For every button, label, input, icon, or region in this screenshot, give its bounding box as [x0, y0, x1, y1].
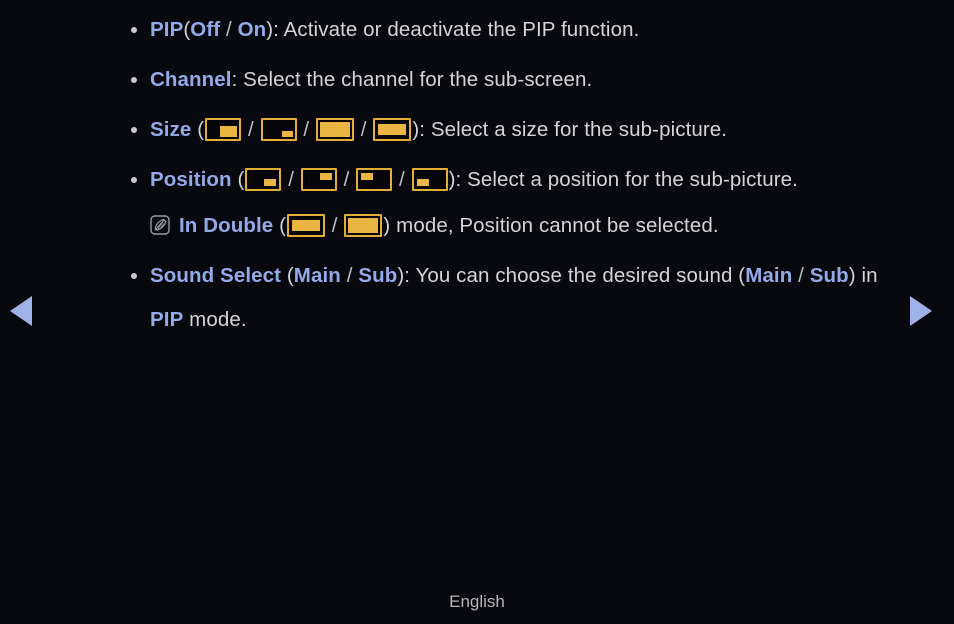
- list-item-position: Position ( / / / ): Select a position fo…: [118, 158, 878, 202]
- description-channel: Select the channel for the sub-screen.: [243, 68, 593, 91]
- pip-position-bottom-right-icon: [245, 168, 282, 191]
- paren-close: ): [383, 214, 397, 237]
- slash-separator: /: [220, 18, 238, 41]
- list-item-channel: Channel: Select the channel for the sub-…: [118, 58, 878, 102]
- list-item-text: Sound Select (Main / Sub): You can choos…: [150, 254, 878, 342]
- paren-open: (: [281, 264, 294, 287]
- description-pip: Activate or deactivate the PIP function.: [283, 18, 640, 41]
- pip-size-double-tall-icon: [344, 214, 383, 237]
- inline-term-pip: PIP: [150, 308, 184, 331]
- list-item-sound-select: Sound Select (Main / Sub): You can choos…: [118, 254, 878, 342]
- paren-close-colon: ):: [397, 264, 416, 287]
- pip-position-bottom-left-icon: [411, 168, 448, 191]
- slash-separator: /: [393, 168, 411, 191]
- term-sound-select: Sound Select: [150, 264, 282, 287]
- note-quill-icon: [150, 215, 170, 240]
- inline-option-main: Main: [745, 264, 793, 287]
- slash-separator: /: [340, 264, 359, 287]
- list-item-text: Position ( / / / ): Select a position fo…: [150, 158, 878, 202]
- slash-separator: /: [297, 118, 315, 141]
- description-position: Select a position for the sub-picture.: [467, 168, 798, 191]
- option-sub: Sub: [358, 264, 398, 287]
- inline-option-sub: Sub: [809, 264, 849, 287]
- list-item-size: Size ( / / / ): Select a size for the su…: [118, 108, 878, 152]
- slash-separator: /: [326, 214, 344, 237]
- bullet-icon: [118, 158, 150, 202]
- paren-close-colon: ):: [412, 118, 431, 141]
- paren-open: (: [231, 168, 245, 191]
- pip-size-large-bottom-right-icon: [205, 118, 242, 141]
- slash-separator: /: [282, 168, 300, 191]
- pip-position-top-left-icon: [356, 168, 393, 191]
- pip-size-double-tall-icon: [315, 118, 354, 141]
- bullet-icon: [118, 254, 150, 298]
- chevron-left-icon: [10, 296, 32, 326]
- bullet-icon: [118, 58, 150, 102]
- paren-close-colon: ):: [448, 168, 468, 191]
- bullet-icon: [118, 8, 150, 52]
- list-item-text: PIP(Off / On): Activate or deactivate th…: [150, 8, 878, 52]
- pip-position-top-right-icon: [300, 168, 337, 191]
- paren-open: (: [273, 214, 287, 237]
- slash-separator: /: [792, 264, 810, 287]
- pip-size-double-short-icon: [373, 118, 412, 141]
- slash-separator: /: [354, 118, 373, 141]
- note-description: mode, Position cannot be selected.: [396, 214, 719, 237]
- description-part1: You can choose the desired sound (: [415, 264, 746, 287]
- previous-page-arrow[interactable]: [10, 296, 44, 328]
- term-position: Position: [150, 168, 232, 191]
- description-part2: ) in: [848, 264, 878, 287]
- list-item-text: Size ( / / / ): Select a size for the su…: [150, 108, 878, 152]
- colon: :: [231, 68, 244, 91]
- option-off: Off: [190, 18, 221, 41]
- bullet-icon: [118, 108, 150, 152]
- description-part3: mode.: [183, 308, 247, 331]
- list-item-pip: PIP(Off / On): Activate or deactivate th…: [118, 8, 878, 52]
- content-list: PIP ( Off / On): Activate or deactivate th…: [118, 8, 878, 348]
- paren-open: (: [191, 118, 205, 141]
- manual-page: PIP ( Off / On): Activate or deactivate th…: [0, 0, 954, 624]
- paren-close-colon: ):: [266, 18, 284, 41]
- term-in-double: In Double: [179, 214, 274, 237]
- next-page-arrow[interactable]: [910, 296, 944, 328]
- term-channel: Channel: [150, 68, 232, 91]
- list-item-text: Channel: Select the channel for the sub-…: [150, 58, 878, 102]
- description-size: Select a size for the sub-picture.: [430, 118, 728, 141]
- option-on: On: [237, 18, 267, 41]
- pip-size-small-bottom-right-icon: [260, 118, 297, 141]
- note-text: In Double ( / ) mode, Position cannot be…: [179, 204, 878, 248]
- footer-language-label: English: [449, 592, 505, 611]
- term-pip: PIP: [150, 18, 184, 41]
- slash-separator: /: [337, 168, 356, 191]
- chevron-right-icon: [910, 296, 932, 326]
- note-in-double: In Double ( / ) mode, Position cannot be…: [118, 204, 878, 248]
- pip-size-double-short-icon: [287, 214, 326, 237]
- option-main: Main: [293, 264, 341, 287]
- slash-separator: /: [242, 118, 260, 141]
- term-size: Size: [150, 118, 192, 141]
